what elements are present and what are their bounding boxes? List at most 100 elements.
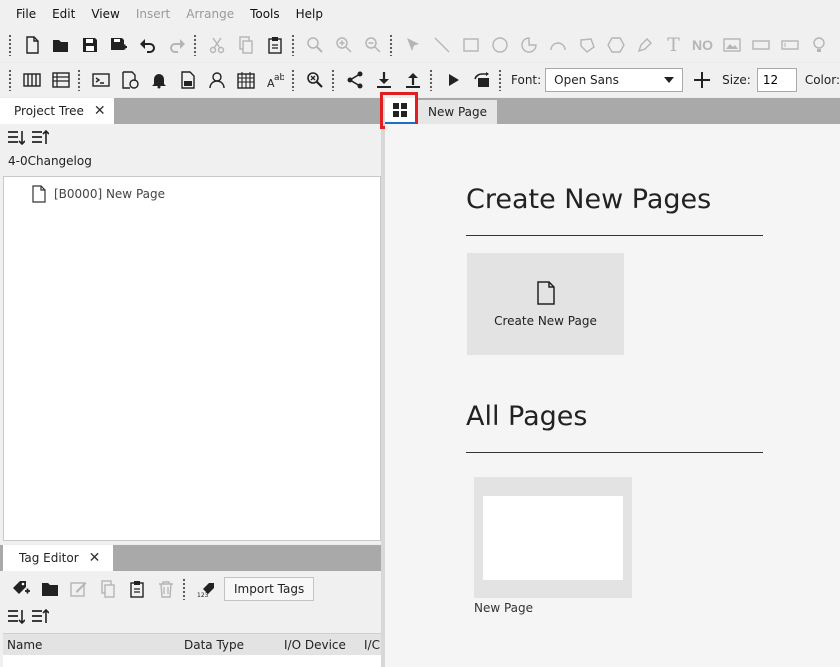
create-new-page-button[interactable]: Create New Page	[467, 253, 624, 355]
menu-tools[interactable]: Tools	[242, 0, 288, 28]
font-label: Font:	[511, 73, 542, 87]
open-folder-icon[interactable]	[46, 31, 75, 59]
plus-icon[interactable]	[687, 66, 716, 94]
tag-editor-tab[interactable]: Tag Editor ✕	[3, 545, 113, 571]
close-icon[interactable]: ✕	[94, 103, 106, 119]
button-widget-icon[interactable]	[746, 31, 775, 59]
paste-icon[interactable]	[122, 575, 151, 603]
font-size-input[interactable]	[756, 68, 797, 92]
document-tab-new-page[interactable]: New Page	[418, 100, 498, 124]
divider	[466, 235, 763, 236]
toolbar-grip[interactable]	[429, 69, 433, 91]
share-icon[interactable]	[340, 66, 369, 94]
tag-editor-tab-label: Tag Editor	[19, 551, 79, 565]
close-icon[interactable]: ✕	[89, 550, 101, 566]
trash-icon[interactable]	[151, 575, 180, 603]
tree-item-label: [B0000] New Page	[54, 187, 165, 201]
cut-icon[interactable]	[202, 31, 231, 59]
project-tree-tab[interactable]: Project Tree ✕	[0, 98, 114, 124]
paste-icon[interactable]	[260, 31, 289, 59]
toolbar-grip[interactable]	[291, 34, 295, 56]
pen-icon[interactable]	[630, 31, 659, 59]
color-label: Color:	[804, 73, 840, 87]
image-icon[interactable]	[717, 31, 746, 59]
numeric-tool-icon[interactable]: NO	[688, 31, 717, 59]
menu-edit[interactable]: Edit	[44, 0, 83, 28]
menu-arrange[interactable]: Arrange	[178, 0, 242, 28]
sort-ascending-icon[interactable]	[4, 127, 28, 149]
download-icon[interactable]	[369, 66, 398, 94]
edit-icon[interactable]	[64, 575, 93, 603]
zoom-out-icon[interactable]	[358, 31, 387, 59]
toolbar-grip[interactable]	[182, 578, 186, 600]
toolbar-grip[interactable]	[389, 34, 393, 56]
light-icon[interactable]	[804, 31, 833, 59]
input-widget-icon[interactable]	[775, 31, 804, 59]
add-tag-icon[interactable]	[6, 575, 35, 603]
import-tags-button[interactable]: Import Tags	[224, 577, 315, 601]
script-icon[interactable]	[86, 66, 115, 94]
sort-ascending-icon[interactable]	[4, 606, 28, 628]
copy-icon[interactable]	[93, 575, 122, 603]
all-pages-heading: All Pages	[466, 401, 588, 432]
list-view-icon[interactable]	[46, 66, 75, 94]
toolbar-grip[interactable]	[498, 69, 502, 91]
menu-insert[interactable]: Insert	[128, 0, 178, 28]
menu-view[interactable]: View	[83, 0, 127, 28]
save-icon[interactable]	[75, 31, 104, 59]
rectangle-icon[interactable]	[456, 31, 485, 59]
redo-icon[interactable]	[162, 31, 191, 59]
menu-file[interactable]: File	[8, 0, 44, 28]
toolbar-grip[interactable]	[77, 69, 81, 91]
page-thumbnail-preview	[483, 496, 623, 580]
arc-icon[interactable]	[543, 31, 572, 59]
line-icon[interactable]	[427, 31, 456, 59]
page-thumbnail[interactable]	[474, 477, 632, 598]
polygon-icon[interactable]	[572, 31, 601, 59]
text-tool-icon[interactable]: T	[659, 31, 688, 59]
pointer-icon[interactable]	[398, 31, 427, 59]
toolbar-grip[interactable]	[8, 34, 12, 56]
calendar-icon[interactable]	[231, 66, 260, 94]
secondary-toolbar: Aab Font: Open Sans Size: Color:	[0, 63, 840, 97]
column-header-io[interactable]: I/C	[364, 638, 380, 652]
app-window: File Edit View Insert Arrange Tools Help	[0, 0, 840, 667]
svg-text:ab: ab	[274, 73, 284, 83]
chevron-down-icon	[664, 77, 675, 83]
upload-icon[interactable]	[398, 66, 427, 94]
tree-item[interactable]: [B0000] New Page	[32, 185, 165, 203]
save-as-icon[interactable]	[104, 31, 133, 59]
translate-icon[interactable]: Aab	[260, 66, 289, 94]
sort-descending-icon[interactable]	[28, 127, 52, 149]
sort-descending-icon[interactable]	[28, 606, 52, 628]
copy-icon[interactable]	[231, 31, 260, 59]
folder-icon[interactable]	[35, 575, 64, 603]
zoom-in-icon[interactable]	[329, 31, 358, 59]
toolbar-grip[interactable]	[331, 69, 335, 91]
alarm-bell-icon[interactable]	[144, 66, 173, 94]
column-header-name[interactable]: Name	[7, 638, 42, 652]
toolbar-grip[interactable]	[291, 69, 295, 91]
font-family-value: Open Sans	[554, 73, 619, 87]
preview-icon[interactable]	[300, 66, 329, 94]
user-icon[interactable]	[202, 66, 231, 94]
undo-icon[interactable]	[133, 31, 162, 59]
column-header-io-device[interactable]: I/O Device	[284, 638, 346, 652]
database-doc-icon[interactable]	[173, 66, 202, 94]
column-header-data-type[interactable]: Data Type	[184, 638, 244, 652]
ellipse-icon[interactable]	[485, 31, 514, 59]
main-toolbar: T NO	[0, 28, 840, 62]
toolbar-grip[interactable]	[8, 69, 12, 91]
numeric-tag-icon[interactable]: 123	[191, 575, 220, 603]
new-file-icon[interactable]	[17, 31, 46, 59]
schedule-icon[interactable]	[115, 66, 144, 94]
toolbar-grip[interactable]	[193, 34, 197, 56]
font-family-select[interactable]: Open Sans	[545, 68, 684, 92]
run-icon[interactable]	[438, 66, 467, 94]
zoom-fit-icon[interactable]	[300, 31, 329, 59]
hexagon-icon[interactable]	[601, 31, 630, 59]
menu-help[interactable]: Help	[288, 0, 331, 28]
pie-icon[interactable]	[514, 31, 543, 59]
tag-table-icon[interactable]	[17, 66, 46, 94]
run-remote-icon[interactable]	[467, 66, 496, 94]
